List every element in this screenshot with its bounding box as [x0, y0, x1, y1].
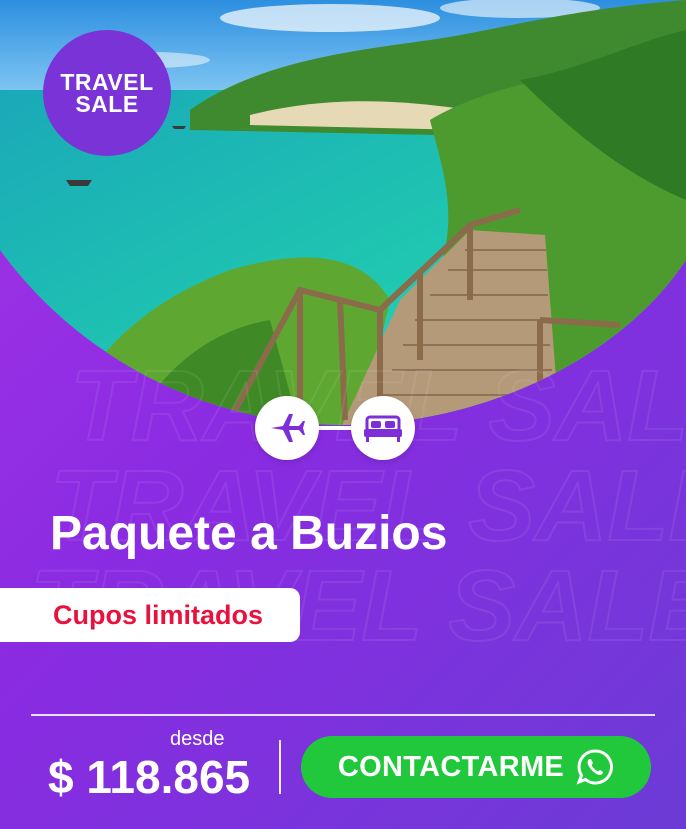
package-title: Paquete a Buzios	[50, 507, 448, 560]
hotel-included	[351, 396, 415, 460]
whatsapp-icon	[576, 749, 614, 785]
flight-included	[255, 396, 319, 460]
availability-tag: Cupos limitados	[0, 588, 300, 642]
divider	[31, 714, 655, 716]
bed-icon	[364, 415, 402, 442]
availability-label: Cupos limitados	[53, 599, 264, 630]
badge-line-1: TRAVEL	[60, 69, 154, 95]
airplane-icon	[271, 414, 305, 442]
contact-button[interactable]: CONTACTARME	[301, 736, 651, 798]
price-separator	[279, 740, 281, 794]
travel-sale-badge: TRAVEL SALE	[43, 30, 171, 156]
icon-connector	[315, 426, 355, 430]
badge-line-2: SALE	[75, 91, 139, 117]
promo-card: TRAVEL SALE TRAVEL SALE TRAVEL SALE TRAV…	[0, 0, 686, 829]
price-prefix: desde	[170, 728, 225, 750]
price-amount: $ 118.865	[48, 751, 251, 803]
contact-button-label: CONTACTARME	[337, 750, 565, 783]
